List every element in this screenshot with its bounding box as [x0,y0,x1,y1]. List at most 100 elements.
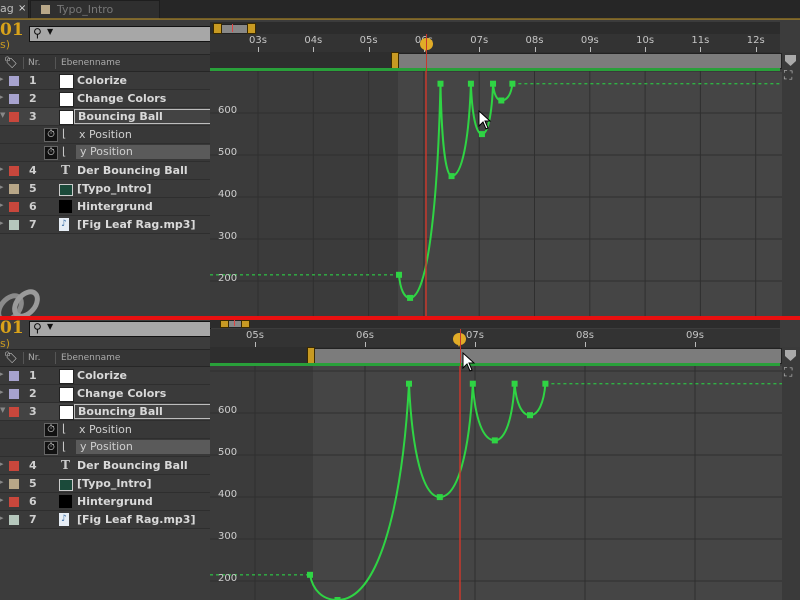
layer-name[interactable]: Change Colors [77,387,166,400]
label-color-swatch[interactable] [9,112,19,122]
snapshot-icon[interactable]: ⛶ [784,68,792,83]
label-color-swatch[interactable] [9,515,19,525]
keyframe[interactable] [307,571,313,578]
close-icon[interactable]: × [18,0,26,17]
layer-name[interactable]: Colorize [77,74,127,87]
layer-name[interactable]: Hintergrund [77,495,153,508]
keyframe[interactable] [448,173,455,180]
stopwatch-icon[interactable]: ⏱ [44,146,58,160]
keyframe[interactable] [396,271,403,278]
navigator-start-handle[interactable] [220,320,229,328]
label-color-swatch[interactable] [9,184,19,194]
property-row[interactable]: ⏱ ⌊ y Position [0,439,210,457]
twirl-open-icon[interactable]: ▼ [0,406,5,414]
label-color-swatch[interactable] [9,407,19,417]
layer-search-input[interactable]: ⚲ ▼ [29,321,211,337]
layer-row[interactable]: ▸ 2 Change Colors [0,90,210,108]
keyframe[interactable] [478,131,485,138]
layer-name[interactable]: [Typo_Intro] [77,477,152,490]
property-name[interactable]: x Position [79,423,132,436]
work-area-start-handle[interactable] [307,347,315,364]
label-color-swatch[interactable] [9,166,19,176]
work-area-start-handle[interactable] [391,52,399,69]
twirl-closed-icon[interactable]: ▸ [0,183,4,191]
layer-row[interactable]: ▼ 3 Bouncing Ball [0,403,212,421]
time-ruler[interactable]: 05s 06s 07s 08s 09s [210,329,780,347]
stopwatch-icon[interactable]: ⏱ [44,423,58,437]
twirl-closed-icon[interactable]: ▸ [0,370,4,378]
current-time-display[interactable]: 01 [0,20,24,40]
layer-row[interactable]: ▸ 7 ♪ [Fig Leaf Rag.mp3] [0,511,210,529]
time-navigator[interactable] [210,320,780,328]
graph-editor-bottom[interactable]: 600 500 400 300 200 [210,366,782,600]
column-number[interactable]: Nr. [28,58,40,68]
work-area-range[interactable] [393,53,782,69]
keyframe[interactable] [498,97,505,104]
keyframe[interactable] [509,80,516,87]
tab-active-composition[interactable]: ag × [0,0,29,18]
twirl-closed-icon[interactable]: ▸ [0,93,4,101]
property-row[interactable]: ⏱ ⌊ x Position [0,421,210,439]
graph-toggle-icon[interactable]: ⌊ [62,127,66,140]
label-color-swatch[interactable] [9,76,19,86]
navigator-end-handle[interactable] [247,23,256,34]
keyframe[interactable] [407,294,414,301]
navigator-end-handle[interactable] [241,320,250,328]
layer-name[interactable]: Der Bouncing Ball [77,459,188,472]
label-color-swatch[interactable] [9,94,19,104]
time-navigator[interactable] [210,22,780,34]
layer-name[interactable]: Change Colors [77,92,166,105]
layer-row[interactable]: ▸ 1 Colorize [0,72,210,90]
twirl-closed-icon[interactable]: ▸ [0,75,4,83]
keyframe[interactable] [491,437,498,444]
label-color-swatch[interactable] [9,479,19,489]
label-tag-icon[interactable]: 🏷 [4,351,18,364]
twirl-closed-icon[interactable]: ▸ [0,478,4,486]
work-area-bar[interactable] [210,347,782,364]
column-layer-name[interactable]: Ebenenname [61,353,120,363]
graph-editor-top[interactable]: 600 500 400 300 200 [210,71,782,316]
twirl-closed-icon[interactable]: ▸ [0,219,4,227]
label-color-swatch[interactable] [9,202,19,212]
column-layer-name[interactable]: Ebenenname [61,58,120,68]
layer-name[interactable]: [Fig Leaf Rag.mp3] [77,218,196,231]
layer-name[interactable]: Der Bouncing Ball [77,164,188,177]
keyframe[interactable] [437,80,444,87]
keyframe[interactable] [490,80,497,87]
graph-toggle-icon[interactable]: ⌊ [62,440,66,453]
twirl-closed-icon[interactable]: ▸ [0,460,4,468]
keyframe[interactable] [527,412,533,419]
tab-typo-intro[interactable]: Typo_Intro [30,0,160,19]
layer-row[interactable]: ▼ 3 Bouncing Ball [0,108,212,126]
layer-search-input[interactable]: ⚲ ▼ [29,26,211,42]
dropdown-arrow-icon[interactable]: ▼ [47,27,53,36]
layer-row[interactable]: ▸ 7 ♪ [Fig Leaf Rag.mp3] [0,216,210,234]
layer-row[interactable]: ▸ 1 Colorize [0,367,210,385]
keyframe[interactable] [542,380,549,387]
work-area-bar[interactable] [210,52,782,69]
property-name[interactable]: x Position [79,128,132,141]
stopwatch-icon[interactable]: ⏱ [44,128,58,142]
stopwatch-icon[interactable]: ⏱ [44,441,58,455]
twirl-closed-icon[interactable]: ▸ [0,496,4,504]
label-color-swatch[interactable] [9,461,19,471]
graph-toggle-icon[interactable]: ⌊ [62,145,66,158]
twirl-open-icon[interactable]: ▼ [0,111,5,119]
snapshot-icon[interactable]: ⛶ [784,365,792,380]
label-tag-icon[interactable]: 🏷 [4,56,18,69]
time-ruler[interactable]: 03s04s05s06s07s08s09s10s11s12s [210,34,780,52]
value-graph[interactable] [210,366,782,600]
graph-toggle-icon[interactable]: ⌊ [62,422,66,435]
keyframe[interactable] [511,380,518,387]
keyframe[interactable] [467,80,474,87]
layer-row[interactable]: ▸ 4 T Der Bouncing Ball [0,457,210,475]
label-color-swatch[interactable] [9,371,19,381]
twirl-closed-icon[interactable]: ▸ [0,388,4,396]
work-area-end-icon[interactable] [785,350,796,361]
layer-name[interactable]: Hintergrund [77,200,153,213]
layer-row[interactable]: ▸ 2 Change Colors [0,385,210,403]
keyframe[interactable] [406,380,412,387]
navigator-start-handle[interactable] [213,23,222,34]
layer-row[interactable]: ▸ 6 Hintergrund [0,493,210,511]
column-number[interactable]: Nr. [28,353,40,363]
